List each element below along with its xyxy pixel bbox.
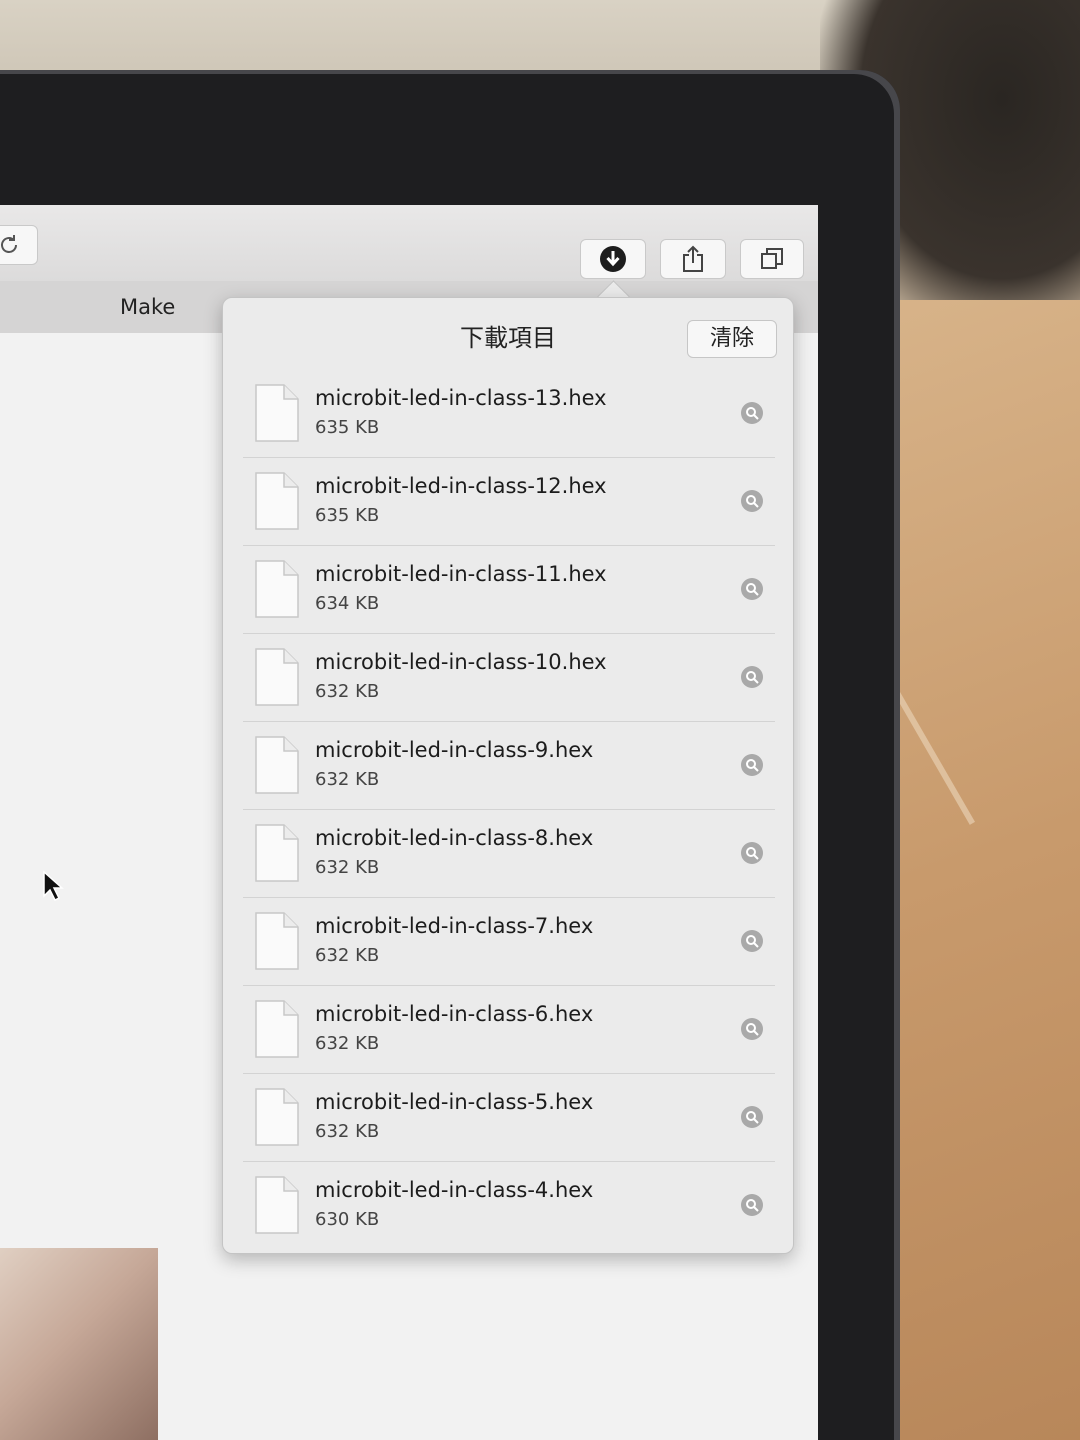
file-size: 634 KB (315, 593, 380, 614)
share-icon (683, 245, 703, 272)
file-name: microbit-led-in-class-10.hex (315, 650, 607, 674)
file-size: 632 KB (315, 681, 380, 702)
browser-toolbar (0, 205, 818, 282)
magnifier-icon (746, 671, 759, 684)
document-icon (255, 1000, 299, 1058)
document-icon (255, 560, 299, 618)
page-image (0, 1248, 158, 1440)
document-icon (255, 1088, 299, 1146)
downloads-list: microbit-led-in-class-13.hex 635 KB microb… (243, 370, 775, 1249)
magnifier-icon (746, 407, 759, 420)
magnifier-icon (746, 1023, 759, 1036)
magnifier-icon (746, 1111, 759, 1124)
magnifier-icon (746, 583, 759, 596)
download-item[interactable]: microbit-led-in-class-13.hex 635 KB (243, 370, 775, 458)
file-name: microbit-led-in-class-7.hex (315, 914, 594, 938)
file-size: 632 KB (315, 857, 380, 878)
download-item[interactable]: microbit-led-in-class-5.hex 632 KB (243, 1074, 775, 1162)
download-item[interactable]: microbit-led-in-class-4.hex 630 KB (243, 1162, 775, 1249)
download-arrow-icon (600, 246, 626, 272)
document-icon (255, 736, 299, 794)
file-name: microbit-led-in-class-12.hex (315, 474, 607, 498)
share-button[interactable] (660, 239, 726, 279)
document-icon (255, 648, 299, 706)
file-size: 635 KB (315, 505, 380, 526)
file-name: microbit-led-in-class-9.hex (315, 738, 594, 762)
reveal-in-finder-button[interactable] (741, 490, 763, 512)
document-icon (255, 384, 299, 442)
file-size: 632 KB (315, 769, 380, 790)
download-item[interactable]: microbit-led-in-class-10.hex 632 KB (243, 634, 775, 722)
mouse-cursor-icon (43, 870, 64, 902)
file-name: microbit-led-in-class-6.hex (315, 1002, 594, 1026)
clear-button[interactable]: 清除 (687, 320, 777, 358)
file-name: microbit-led-in-class-13.hex (315, 386, 607, 410)
tab-make[interactable]: Make (120, 295, 175, 319)
download-item[interactable]: microbit-led-in-class-12.hex 635 KB (243, 458, 775, 546)
file-name: microbit-led-in-class-8.hex (315, 826, 594, 850)
reveal-in-finder-button[interactable] (741, 1194, 763, 1216)
magnifier-icon (746, 495, 759, 508)
download-item[interactable]: microbit-led-in-class-8.hex 632 KB (243, 810, 775, 898)
download-item[interactable]: microbit-led-in-class-6.hex 632 KB (243, 986, 775, 1074)
reload-button[interactable] (0, 225, 38, 265)
reload-icon (1, 235, 17, 253)
file-size: 635 KB (315, 417, 380, 438)
download-item[interactable]: microbit-led-in-class-7.hex 632 KB (243, 898, 775, 986)
tab-overview-icon (761, 248, 783, 269)
downloads-button[interactable] (580, 239, 646, 279)
document-icon (255, 472, 299, 530)
reveal-in-finder-button[interactable] (741, 842, 763, 864)
magnifier-icon (746, 1199, 759, 1212)
reveal-in-finder-button[interactable] (741, 754, 763, 776)
file-size: 630 KB (315, 1209, 380, 1230)
downloads-popover: 下載項目 清除 microbit-led-in-class-13.hex 635 … (222, 297, 794, 1254)
file-name: microbit-led-in-class-5.hex (315, 1090, 594, 1114)
file-size: 632 KB (315, 1121, 380, 1142)
reveal-in-finder-button[interactable] (741, 1018, 763, 1040)
browser-window: Make 下載項目 清除 microbit-led-in-class-13.he… (0, 205, 818, 1440)
document-icon (255, 824, 299, 882)
document-icon (255, 1176, 299, 1234)
tab-overview-button[interactable] (740, 239, 804, 279)
magnifier-icon (746, 847, 759, 860)
magnifier-icon (746, 935, 759, 948)
reveal-in-finder-button[interactable] (741, 666, 763, 688)
magnifier-icon (746, 759, 759, 772)
download-item[interactable]: microbit-led-in-class-9.hex 632 KB (243, 722, 775, 810)
file-size: 632 KB (315, 945, 380, 966)
reveal-in-finder-button[interactable] (741, 1106, 763, 1128)
file-name: microbit-led-in-class-11.hex (315, 562, 607, 586)
download-item[interactable]: microbit-led-in-class-11.hex 634 KB (243, 546, 775, 634)
reveal-in-finder-button[interactable] (741, 578, 763, 600)
reveal-in-finder-button[interactable] (741, 930, 763, 952)
document-icon (255, 912, 299, 970)
file-name: microbit-led-in-class-4.hex (315, 1178, 594, 1202)
file-size: 632 KB (315, 1033, 380, 1054)
reveal-in-finder-button[interactable] (741, 402, 763, 424)
